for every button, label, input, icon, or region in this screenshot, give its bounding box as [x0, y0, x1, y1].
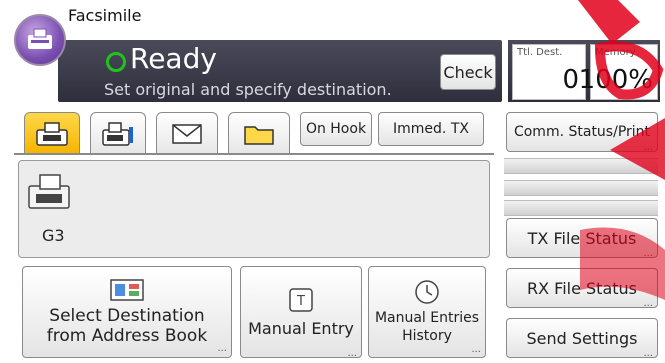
side-divider-2 [504, 180, 658, 196]
tab-baseline [14, 153, 494, 155]
check-button[interactable]: Check [440, 54, 496, 90]
fax-info-icon [102, 121, 133, 146]
tx-file-status-label: TX File Status [527, 228, 637, 248]
send-settings-button[interactable]: Send Settings ... [506, 318, 658, 359]
rx-file-status-label: RX File Status [526, 278, 637, 298]
select-destination-button[interactable]: Select Destination from Address Book ... [22, 266, 232, 358]
destination-fax-icon [26, 172, 72, 216]
comm-status-label: Comm. Status/Print [513, 124, 651, 140]
folder-icon [244, 125, 274, 145]
clock-icon [415, 280, 439, 304]
ready-icon [106, 52, 126, 72]
tab-folder[interactable] [228, 112, 290, 154]
tab-fax-info[interactable] [90, 112, 146, 154]
tab-fax[interactable] [24, 112, 80, 154]
svg-text:T: T [296, 294, 305, 309]
side-divider-3 [504, 200, 658, 216]
status-message: Set original and specify destination. [104, 80, 392, 99]
status-text: Ready [130, 42, 217, 75]
total-dest-label: Ttl. Dest. [517, 47, 563, 58]
rx-file-status-button[interactable]: RX File Status ... [506, 268, 658, 309]
address-book-icon [110, 279, 144, 301]
keypad-icon: T [289, 287, 313, 312]
side-divider-1 [504, 158, 658, 174]
check-button-label: Check [443, 62, 493, 82]
facsimile-app-icon [14, 14, 66, 66]
immed-tx-button[interactable]: Immed. TX [378, 112, 484, 146]
memory-value: 100% [578, 65, 653, 95]
mail-icon [172, 123, 202, 144]
comm-status-print-button[interactable]: Comm. Status/Print ... [506, 112, 658, 153]
select-destination-line1: Select Destination [49, 306, 205, 326]
tab-email[interactable] [156, 112, 218, 154]
fax-icon [36, 121, 68, 146]
manual-history-line2: History [402, 328, 452, 344]
on-hook-button[interactable]: On Hook [300, 112, 372, 146]
line-type-label: G3 [42, 226, 65, 245]
memory-label: Memory [595, 47, 636, 58]
tx-file-status-button[interactable]: TX File Status ... [506, 218, 658, 259]
manual-history-line1: Manual Entries [374, 310, 480, 326]
manual-entry-label: Manual Entry [248, 318, 354, 338]
immed-tx-label: Immed. TX [393, 121, 469, 137]
memory-box: Memory 100% [579, 44, 658, 100]
select-destination-line2: from Address Book [46, 326, 208, 346]
manual-entries-history-button[interactable]: Manual Entries History ... [368, 266, 486, 358]
send-settings-label: Send Settings [526, 328, 638, 348]
app-title: Facsimile [68, 6, 142, 25]
destination-panel [18, 160, 490, 258]
total-dest-value: 0 [562, 65, 579, 95]
on-hook-label: On Hook [305, 121, 367, 137]
total-dest-box: Ttl. Dest. 0 [512, 44, 586, 100]
manual-entry-button[interactable]: T Manual Entry ... [240, 266, 362, 359]
